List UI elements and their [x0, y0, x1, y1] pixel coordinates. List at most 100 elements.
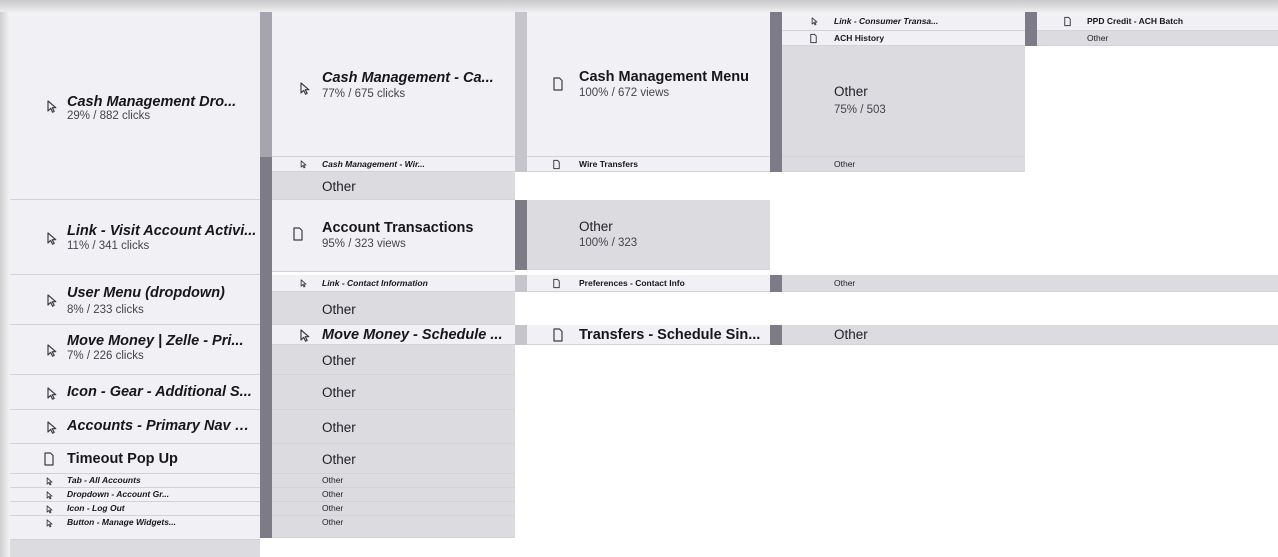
cursor-icon — [43, 342, 59, 358]
other-label: Other — [1087, 33, 1109, 43]
window-frame-left — [0, 0, 10, 557]
flow-node-level1[interactable]: User Menu (dropdown) 8% / 233 clicks — [10, 275, 260, 325]
page-icon — [551, 159, 562, 170]
flow-node-level1[interactable]: Button - Manage Widgets... — [10, 516, 260, 540]
node-stat: 29% / 882 clicks — [67, 110, 151, 122]
flow-node-level2[interactable]: Cash Management - Wir... — [272, 157, 515, 172]
flow-node-other[interactable]: Other — [1037, 31, 1278, 46]
flow-node-other[interactable]: Other — [272, 444, 515, 474]
window-frame-top — [0, 0, 1278, 12]
flow-node-level1[interactable]: Icon - Log Out — [10, 502, 260, 516]
cursor-icon — [43, 98, 59, 114]
flow-node-level4[interactable]: ACH History — [782, 31, 1025, 46]
flow-connector-bar — [770, 12, 782, 157]
flow-connector-bar — [770, 325, 782, 345]
flow-node-other[interactable]: Other — [272, 345, 515, 375]
flow-node-other[interactable]: Other — [272, 172, 515, 200]
flow-node-level2[interactable]: Cash Management - Ca... 77% / 675 clicks — [272, 12, 515, 157]
node-title: Button - Manage Widgets... — [67, 517, 177, 527]
flow-node-level4[interactable]: Link - Consumer Transa... — [782, 12, 1025, 31]
cursor-icon — [44, 518, 54, 528]
node-title: Wire Transfers — [579, 159, 638, 169]
node-title: User Menu (dropdown) — [67, 285, 225, 301]
flow-node-other[interactable]: Other — [272, 375, 515, 410]
node-stat: 75% / 503 — [834, 104, 886, 116]
cursor-icon — [44, 490, 54, 500]
flow-connector-bar — [515, 325, 527, 345]
page-icon — [41, 451, 57, 467]
flow-node-level3[interactable]: Wire Transfers — [527, 157, 770, 172]
cursor-icon — [44, 476, 54, 486]
flow-connector-bar — [515, 12, 527, 157]
flow-node-level1[interactable]: Move Money | Zelle - Pri... 7% / 226 cli… — [10, 325, 260, 375]
flow-node-level1[interactable]: Icon - Gear - Additional S... — [10, 375, 260, 410]
node-title: Icon - Gear - Additional S... — [67, 384, 252, 400]
other-label: Other — [322, 179, 356, 194]
flow-node-level1[interactable]: Tab - All Accounts — [10, 474, 260, 488]
node-title: Tab - All Accounts — [67, 475, 141, 485]
flow-connector-bar — [770, 275, 782, 292]
node-title: Cash Management Menu — [579, 69, 749, 85]
flow-node-level1[interactable]: Cash Management Dro... 29% / 882 clicks — [10, 12, 260, 200]
node-title: Icon - Log Out — [67, 503, 125, 513]
other-label: Other — [834, 159, 856, 169]
node-title: Dropdown - Account Gr... — [67, 489, 170, 499]
cursor-icon — [296, 80, 312, 96]
flow-node-level3[interactable]: Cash Management Menu 100% / 672 views — [527, 12, 770, 157]
cursor-icon — [43, 419, 59, 435]
other-label: Other — [834, 84, 868, 99]
flow-node-other[interactable]: Other — [782, 157, 1025, 172]
node-stat: 11% / 341 clicks — [67, 240, 150, 252]
flow-connector-bar — [1025, 31, 1037, 46]
flow-node-other[interactable]: Other 75% / 503 — [782, 46, 1025, 157]
node-title: ACH History — [834, 33, 885, 43]
flow-node-level2[interactable]: Link - Contact Information — [272, 275, 515, 292]
flow-node-other[interactable]: Other — [272, 502, 515, 516]
node-stat: 8% / 233 clicks — [67, 304, 144, 316]
flow-node-other[interactable]: Other — [272, 410, 515, 444]
flow-node-level3[interactable]: Preferences - Contact Info — [527, 275, 770, 292]
node-title: Cash Management - Ca... — [322, 70, 494, 86]
other-label: Other — [322, 302, 356, 317]
other-label: Other — [834, 327, 868, 342]
other-label: Other — [322, 452, 356, 467]
cursor-icon — [298, 278, 308, 288]
node-title: Move Money - Schedule ... — [322, 327, 503, 343]
other-label: Other — [322, 517, 344, 527]
flow-node-level1[interactable]: Accounts - Primary Nav D... — [10, 410, 260, 444]
flow-node-level1[interactable]: Link - Visit Account Activi... 11% / 341… — [10, 200, 260, 275]
node-title: PPD Credit - ACH Batch — [1087, 16, 1184, 26]
flow-node-other[interactable]: Other — [272, 488, 515, 502]
other-label: Other — [322, 385, 356, 400]
flow-node-level3[interactable]: Transfers - Schedule Sin... — [527, 325, 770, 345]
node-title: Move Money | Zelle - Pri... — [67, 333, 244, 349]
flow-connector-bar — [260, 12, 272, 157]
flow-connector-bar — [515, 200, 527, 270]
flow-node-level2[interactable]: Move Money - Schedule ... — [272, 325, 515, 345]
flow-node-level1[interactable]: Dropdown - Account Gr... — [10, 488, 260, 502]
node-title: Preferences - Contact Info — [579, 278, 685, 288]
flow-node-other[interactable]: Other — [272, 516, 515, 538]
page-icon — [290, 226, 306, 242]
node-title: Accounts - Primary Nav D... — [67, 418, 257, 434]
node-title: Cash Management - Wir... — [322, 159, 425, 169]
flow-node-other[interactable]: Other — [782, 325, 1278, 345]
cursor-icon — [296, 327, 312, 343]
flow-node-other[interactable]: Other — [782, 275, 1278, 292]
flow-node-level1-other[interactable] — [10, 540, 260, 557]
node-stat: 77% / 675 clicks — [322, 88, 406, 100]
node-title: Link - Consumer Transa... — [834, 16, 939, 26]
flow-node-other[interactable]: Other 100% / 323 — [527, 200, 770, 270]
cursor-icon — [809, 16, 819, 26]
flow-node-other[interactable]: Other — [272, 292, 515, 325]
flow-node-level1[interactable]: Timeout Pop Up — [10, 444, 260, 474]
flow-node-level5[interactable]: PPD Credit - ACH Batch — [1037, 12, 1278, 31]
flow-connector-bar — [770, 157, 782, 172]
page-icon — [550, 327, 566, 343]
flow-node-level2[interactable]: Account Transactions 95% / 323 views — [272, 200, 515, 272]
flow-connector-bar — [515, 275, 527, 292]
flow-node-other[interactable]: Other — [272, 474, 515, 488]
node-title: Link - Contact Information — [322, 278, 428, 288]
other-label: Other — [322, 489, 344, 499]
node-title: Timeout Pop Up — [67, 451, 178, 467]
